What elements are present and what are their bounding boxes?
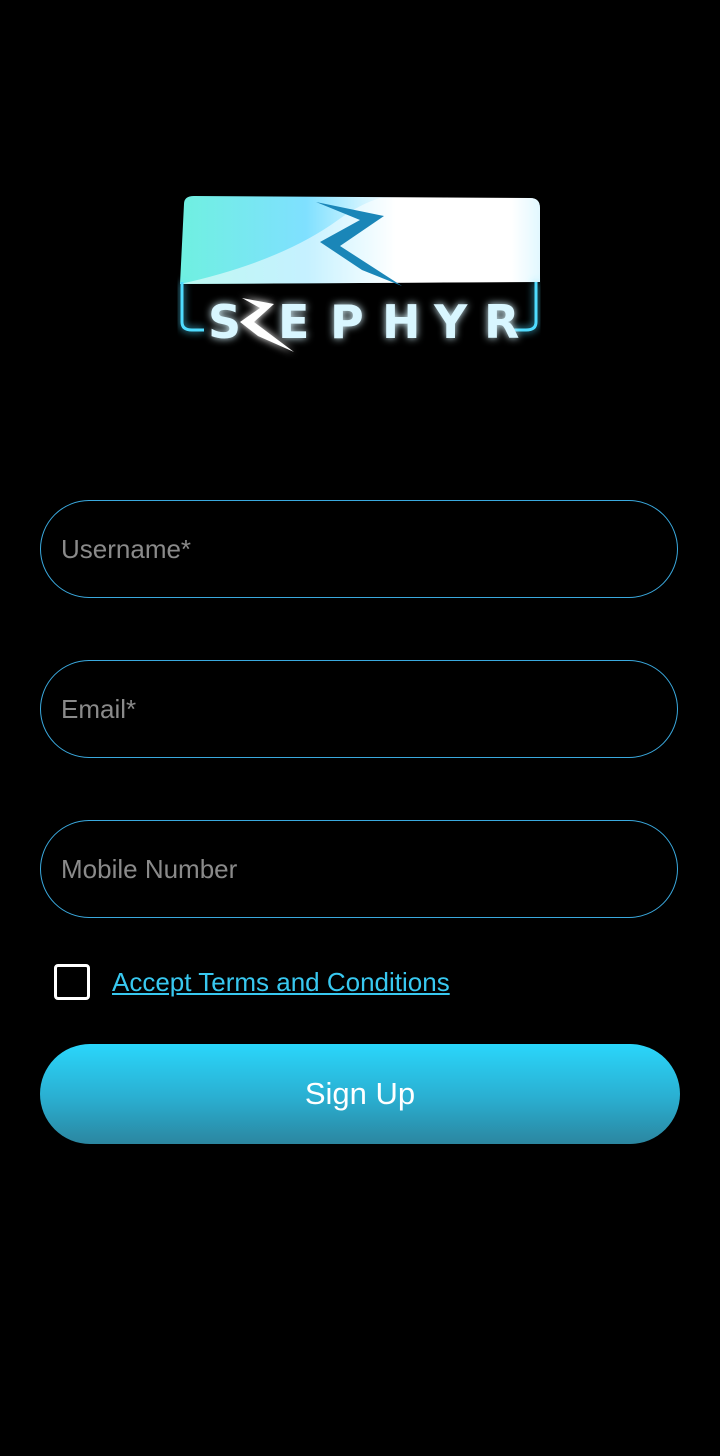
email-field[interactable]: [40, 660, 678, 758]
svg-text:Y: Y: [433, 295, 468, 349]
svg-text:R: R: [484, 295, 519, 349]
terms-checkbox[interactable]: [54, 964, 90, 1000]
zephyr-logo-icon: S E P H Y R: [180, 196, 540, 352]
username-field[interactable]: [40, 500, 678, 598]
terms-row: Accept Terms and Conditions: [54, 964, 450, 1000]
sign-up-button[interactable]: Sign Up: [40, 1044, 680, 1144]
mobile-number-field[interactable]: [40, 820, 678, 918]
svg-text:H: H: [382, 295, 421, 349]
terms-link[interactable]: Accept Terms and Conditions: [112, 967, 450, 998]
mobile-number-input[interactable]: [41, 821, 677, 917]
svg-text:P: P: [330, 295, 364, 349]
email-input[interactable]: [41, 661, 677, 757]
logo-text: S: [208, 295, 241, 349]
app-logo: S E P H Y R: [170, 186, 550, 366]
sign-up-label: Sign Up: [304, 1076, 416, 1111]
username-input[interactable]: [41, 501, 677, 597]
svg-text:E: E: [278, 295, 309, 349]
